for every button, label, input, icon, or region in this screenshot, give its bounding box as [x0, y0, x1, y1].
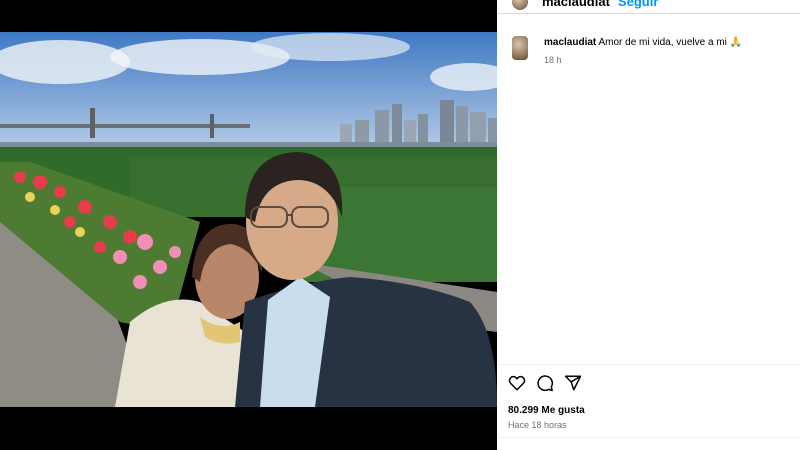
caption-avatar[interactable] — [512, 36, 528, 60]
share-icon[interactable] — [564, 374, 582, 397]
author-avatar[interactable] — [512, 0, 528, 10]
action-icons — [508, 374, 800, 397]
likes-count: 80.299 — [508, 405, 539, 416]
post-header: maclaudiat Seguir — [497, 0, 800, 14]
post-timestamp[interactable]: Hace 18 horas — [508, 420, 800, 430]
caption-timestamp: 18 h — [544, 55, 562, 65]
follow-button[interactable]: Seguir — [618, 0, 658, 9]
caption-comment: maclaudiat Amor de mi vida, vuelve a mi … — [512, 36, 788, 65]
divider — [497, 437, 800, 438]
post-side-panel: maclaudiat Seguir maclaudiat Amor de mi … — [497, 0, 800, 450]
post-photo — [0, 32, 497, 407]
caption-text-block: maclaudiat Amor de mi vida, vuelve a mi … — [544, 36, 742, 49]
likes-label: Me gusta — [541, 405, 585, 416]
caption-text: Amor de mi vida, vuelve a mi 🙏 — [598, 37, 743, 48]
author-username[interactable]: maclaudiat — [542, 0, 610, 9]
comment-icon[interactable] — [536, 374, 554, 397]
heart-icon[interactable] — [508, 374, 526, 397]
post-media[interactable] — [0, 0, 497, 450]
caption-username[interactable]: maclaudiat — [544, 37, 596, 48]
likes-summary[interactable]: 80.299 Me gusta — [508, 405, 800, 416]
post-actions: 80.299 Me gusta Hace 18 horas — [497, 364, 800, 430]
